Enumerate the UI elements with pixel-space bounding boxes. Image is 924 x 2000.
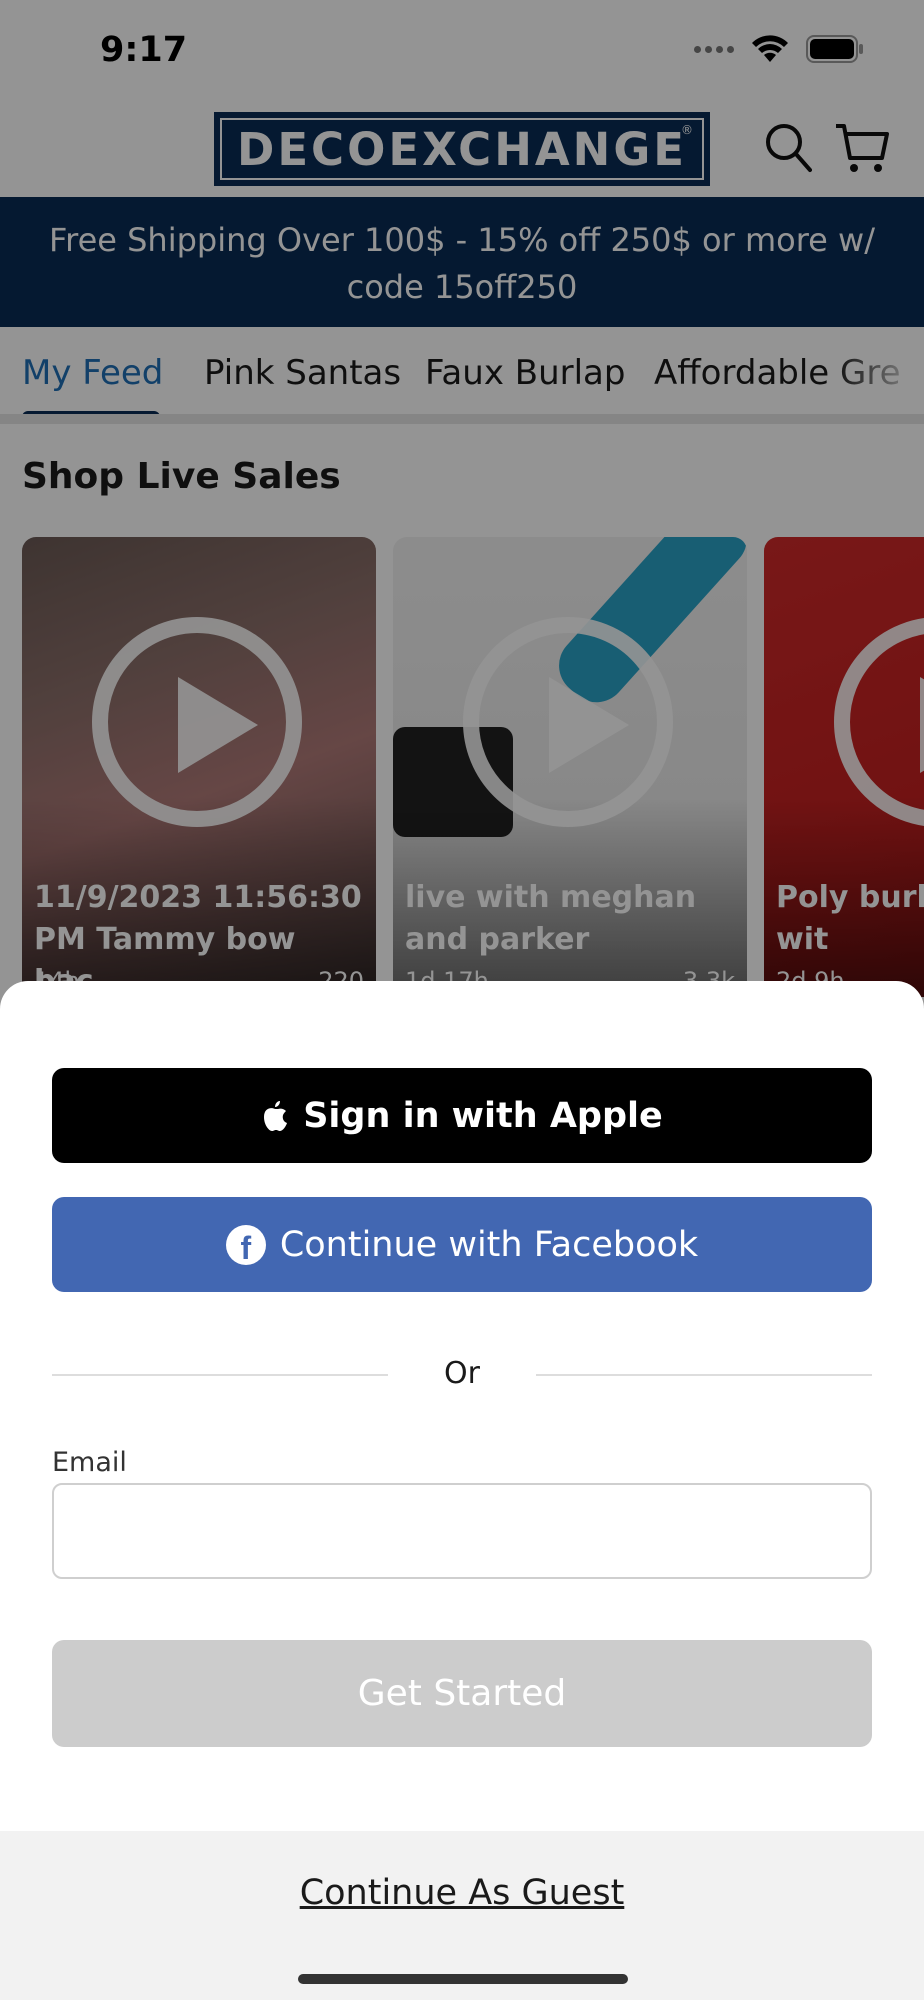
auth-bottom-sheet: Sign in with Apple f Continue with Faceb… xyxy=(0,981,924,2000)
facebook-button-label: Continue with Facebook xyxy=(279,1224,699,1265)
apple-button-label: Sign in with Apple xyxy=(303,1095,663,1136)
get-started-label: Get Started xyxy=(357,1673,567,1714)
divider-line xyxy=(536,1374,872,1376)
continue-as-guest-link[interactable]: Continue As Guest xyxy=(0,1873,924,1913)
email-label: Email xyxy=(52,1447,127,1478)
facebook-icon: f xyxy=(225,1224,266,1265)
home-indicator[interactable] xyxy=(298,1974,628,1984)
or-divider: Or xyxy=(52,1354,872,1394)
get-started-button[interactable]: Get Started xyxy=(52,1640,872,1747)
email-field[interactable] xyxy=(52,1483,872,1579)
continue-with-facebook-button[interactable]: f Continue with Facebook xyxy=(52,1197,872,1292)
apple-icon xyxy=(264,1100,288,1131)
sign-in-with-apple-button[interactable]: Sign in with Apple xyxy=(52,1068,872,1163)
